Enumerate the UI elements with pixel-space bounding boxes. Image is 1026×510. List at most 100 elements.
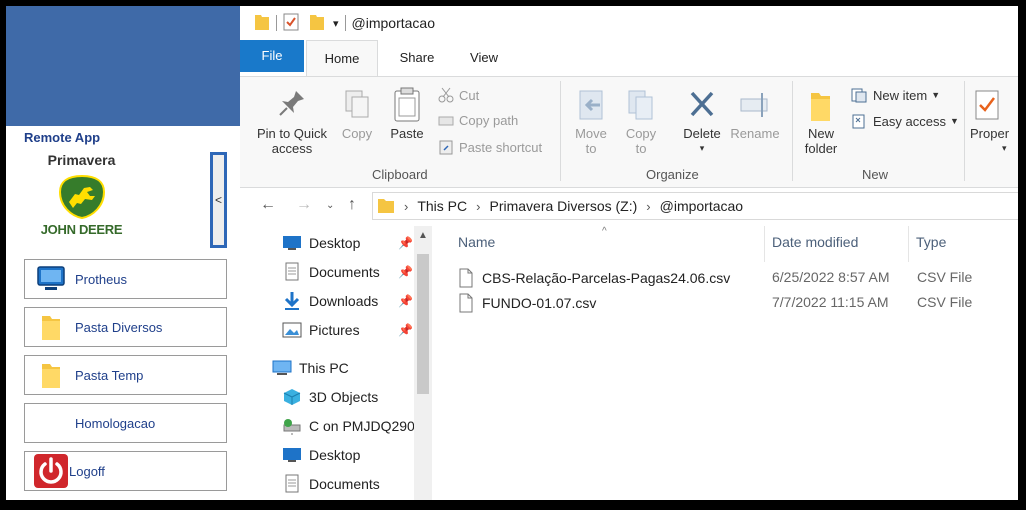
nav-item-desktop[interactable]: Desktop <box>282 230 360 256</box>
new-item-button[interactable]: New item ▼ <box>850 87 940 103</box>
nav-item-this-pc[interactable]: This PC <box>272 355 349 381</box>
clipboard-group-label: Clipboard <box>372 167 428 182</box>
collapse-panel-button[interactable]: < <box>210 152 227 248</box>
deere-logo-text: JOHN DEERE <box>40 222 123 237</box>
brand-name: Primavera <box>47 152 116 168</box>
file-list: ^ Name Date modified Type CBS-Relação-Pa… <box>434 226 1018 500</box>
breadcrumb-drive[interactable]: Primavera Diversos (Z:) <box>489 198 637 214</box>
copy-path-button[interactable]: Copy path <box>438 113 518 128</box>
nav-label: 3D Objects <box>309 389 379 405</box>
file-name: CBS-Relação-Parcelas-Pagas24.06.csv <box>482 270 731 286</box>
properties-button[interactable]: Proper ▾ <box>970 87 1018 156</box>
file-row[interactable]: FUNDO-01.07.csv 7/7/2022 11:15 AM CSV Fi… <box>458 291 1018 315</box>
rename-label: Rename <box>730 126 780 141</box>
nav-label: Desktop <box>309 235 361 251</box>
tab-share[interactable]: Share <box>386 40 448 76</box>
organize-group-label: Organize <box>646 167 699 182</box>
cut-button[interactable]: Cut <box>438 87 479 103</box>
rename-icon <box>728 87 782 126</box>
copy-icon <box>336 87 378 126</box>
breadcrumb-this-pc[interactable]: This PC <box>417 198 467 214</box>
pin-to-quick-access-button[interactable]: Pin to Quick access <box>252 87 332 156</box>
nav-scrollbar[interactable]: ▲ <box>414 226 432 500</box>
app-button-homologacao[interactable]: Homologacao <box>24 403 227 443</box>
paste-label: Paste <box>390 126 424 141</box>
paste-shortcut-icon <box>439 140 453 155</box>
nav-item-3d-objects[interactable]: 3D Objects <box>282 384 378 410</box>
copy-path-label: Copy path <box>459 113 519 128</box>
tab-file[interactable]: File <box>240 40 304 72</box>
customize-qat-dropdown-icon[interactable]: ▾ <box>333 17 339 30</box>
nav-item-documents-pc[interactable]: Documents <box>282 471 380 497</box>
new-item-label: New item <box>873 87 928 103</box>
properties-icon <box>970 87 1018 126</box>
app-button-label: Pasta Temp <box>75 367 144 383</box>
move-to-label: Move to <box>575 126 607 156</box>
recent-locations-chevron-icon[interactable]: ⌄ <box>326 200 334 211</box>
documents-icon <box>282 474 302 494</box>
new-folder-qat-icon[interactable] <box>309 13 325 34</box>
move-to-icon <box>570 87 612 126</box>
delete-button[interactable]: Delete ▾ <box>678 87 726 156</box>
app-button-protheus[interactable]: Protheus <box>24 259 227 299</box>
easy-access-icon <box>852 114 865 129</box>
back-arrow-icon[interactable]: ← <box>260 196 276 214</box>
properties-qat-icon[interactable] <box>283 13 299 34</box>
tab-view[interactable]: View <box>454 40 514 76</box>
pin-icon: 📌 <box>398 265 413 279</box>
scroll-up-icon[interactable]: ▲ <box>418 230 428 241</box>
nav-item-documents[interactable]: Documents <box>282 259 380 285</box>
breadcrumb-current[interactable]: @importacao <box>660 198 743 214</box>
forward-arrow-icon[interactable]: → <box>296 196 312 214</box>
copy-to-icon <box>620 87 662 126</box>
address-bar[interactable]: › This PC › Primavera Diversos (Z:) › @i… <box>372 192 1018 220</box>
ribbon-tabs: File Home Share View <box>240 40 1018 76</box>
move-to-button[interactable]: Move to <box>570 87 612 156</box>
new-item-icon <box>851 88 867 103</box>
nav-scrollbar-thumb[interactable] <box>417 254 429 394</box>
brand-block: Primavera JOHN DEERE <box>24 152 139 250</box>
panel-banner <box>6 6 240 126</box>
copy-label: Copy <box>341 126 373 141</box>
column-header-date[interactable]: Date modified <box>772 234 858 250</box>
file-row[interactable]: CBS-Relação-Parcelas-Pagas24.06.csv 6/25… <box>458 266 1018 290</box>
rename-button[interactable]: Rename <box>728 87 782 141</box>
sort-ascending-icon: ^ <box>602 226 607 237</box>
nav-item-pictures[interactable]: Pictures <box>282 317 360 343</box>
new-folder-icon <box>798 87 844 126</box>
pin-icon: 📌 <box>398 294 413 308</box>
download-arrow-icon <box>282 291 302 311</box>
properties-label: Proper <box>970 126 1010 141</box>
paste-shortcut-button[interactable]: Paste shortcut <box>438 139 542 155</box>
paste-button[interactable]: Paste <box>384 87 430 141</box>
app-button-pasta-diversos[interactable]: Pasta Diversos <box>24 307 227 347</box>
column-header-name[interactable]: Name <box>458 234 495 250</box>
new-folder-button[interactable]: New folder <box>798 87 844 156</box>
nav-item-desktop-pc[interactable]: Desktop <box>282 442 360 468</box>
ribbon-home: Pin to Quick access Copy Paste Cut Copy … <box>240 76 1018 188</box>
app-button-label: Logoff <box>69 463 105 479</box>
nav-label: Documents <box>309 476 380 492</box>
tab-home[interactable]: Home <box>306 40 378 76</box>
cut-label: Cut <box>459 87 480 103</box>
app-button-pasta-temp[interactable]: Pasta Temp <box>24 355 227 395</box>
folder-icon <box>33 309 69 345</box>
copy-to-button[interactable]: Copy to <box>620 87 662 156</box>
nav-label: Documents <box>309 264 380 280</box>
nav-label: This PC <box>299 360 349 376</box>
nav-label: Pictures <box>309 322 360 338</box>
easy-access-button[interactable]: Easy access ▼ <box>850 113 959 129</box>
app-button-label: Pasta Diversos <box>75 319 163 335</box>
scissors-icon <box>438 87 454 103</box>
app-button-logoff[interactable]: Logoff <box>24 451 227 491</box>
desktop-icon <box>282 233 302 253</box>
file-type: CSV File <box>917 269 973 285</box>
nav-item-network-drive[interactable]: C on PMJDQ290 <box>282 413 415 439</box>
file-explorer-window: ▾ @importacao File Home Share View Pin t… <box>240 6 1018 500</box>
copy-button[interactable]: Copy <box>336 87 378 141</box>
column-header-type[interactable]: Type <box>916 234 946 250</box>
3d-objects-icon <box>282 387 302 407</box>
up-arrow-icon[interactable]: ↑ <box>348 196 356 214</box>
desktop-icon <box>282 445 302 465</box>
nav-item-downloads[interactable]: Downloads <box>282 288 378 314</box>
